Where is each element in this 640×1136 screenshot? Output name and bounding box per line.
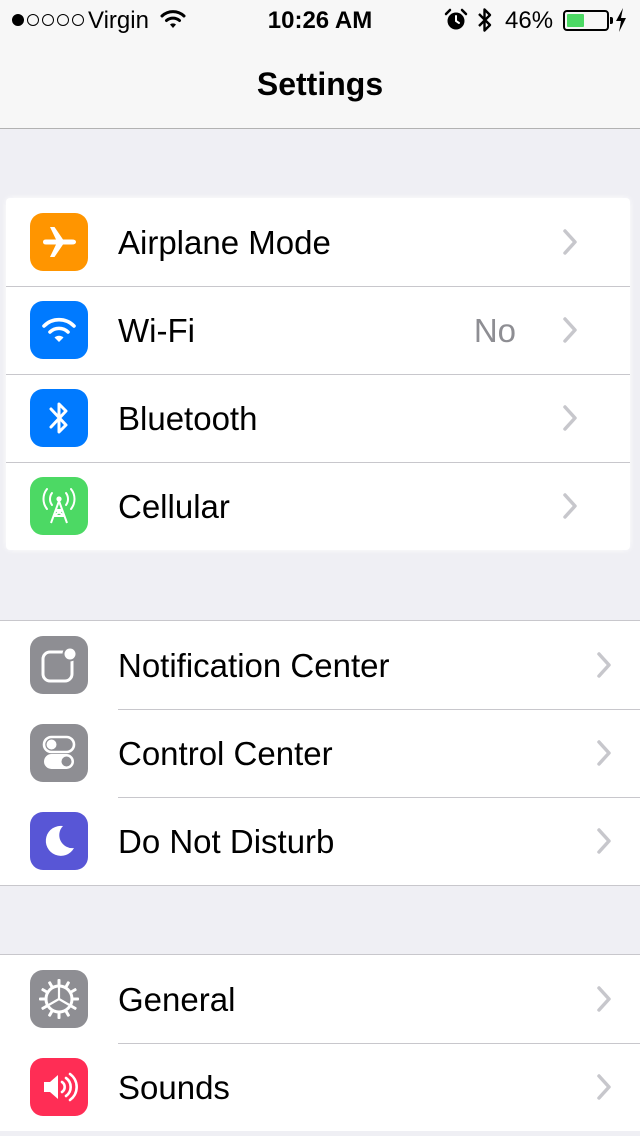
settings-group-general: General Sounds xyxy=(0,954,640,1131)
notification-center-icon xyxy=(30,636,88,694)
chevron-right-icon xyxy=(563,493,577,519)
settings-group-connectivity: Airplane Mode Wi-Fi No Bluetooth Cellula… xyxy=(6,198,630,550)
chevron-right-icon xyxy=(597,740,611,766)
settings-row-label: Do Not Disturb xyxy=(118,823,335,860)
chevron-right-icon xyxy=(597,828,611,854)
navigation-bar: Settings xyxy=(0,40,640,129)
chevron-right-icon xyxy=(597,986,611,1012)
gear-icon xyxy=(30,970,88,1028)
settings-row-label: Wi-Fi xyxy=(118,312,195,349)
settings-row-airplane-mode[interactable]: Airplane Mode xyxy=(6,198,630,286)
battery-icon xyxy=(563,10,613,31)
chevron-right-icon xyxy=(563,317,577,343)
settings-row-label: Bluetooth xyxy=(118,400,258,437)
chevron-right-icon xyxy=(563,229,577,255)
battery-percentage: 46% xyxy=(505,7,554,34)
moon-icon xyxy=(30,812,88,870)
settings-row-do-not-disturb[interactable]: Do Not Disturb xyxy=(0,797,640,885)
wifi-icon xyxy=(30,301,88,359)
settings-row-cellular[interactable]: Cellular xyxy=(6,462,630,550)
settings-row-label: Cellular xyxy=(118,488,230,525)
control-center-icon xyxy=(30,724,88,782)
charging-icon xyxy=(614,7,628,40)
settings-row-label: Airplane Mode xyxy=(118,224,331,261)
bluetooth-icon xyxy=(30,389,88,447)
wifi-network-value: No xyxy=(473,312,516,349)
settings-row-control-center[interactable]: Control Center xyxy=(0,709,640,797)
settings-group-notifications: Notification Center Control Center Do No… xyxy=(0,620,640,886)
battery-level xyxy=(567,14,585,27)
settings-row-label: Notification Center xyxy=(118,647,390,684)
status-bar: Virgin 10:26 AM 46% xyxy=(0,0,640,40)
chevron-right-icon xyxy=(597,1074,611,1100)
bluetooth-icon xyxy=(476,6,494,41)
settings-row-label: Sounds xyxy=(118,1069,230,1106)
settings-row-sounds[interactable]: Sounds xyxy=(0,1043,640,1131)
alarm-icon xyxy=(444,8,468,39)
settings-row-general[interactable]: General xyxy=(0,955,640,1043)
settings-row-notification-center[interactable]: Notification Center xyxy=(0,621,640,709)
settings-row-wifi[interactable]: Wi-Fi No xyxy=(6,286,630,374)
page-title: Settings xyxy=(256,66,384,102)
chevron-right-icon xyxy=(597,652,611,678)
airplane-icon xyxy=(30,213,88,271)
settings-row-label: General xyxy=(118,981,236,1018)
settings-row-label: Control Center xyxy=(118,735,333,772)
settings-row-bluetooth[interactable]: Bluetooth xyxy=(6,374,630,462)
cellular-icon xyxy=(30,477,88,535)
chevron-right-icon xyxy=(563,405,577,431)
speaker-icon xyxy=(30,1058,88,1116)
